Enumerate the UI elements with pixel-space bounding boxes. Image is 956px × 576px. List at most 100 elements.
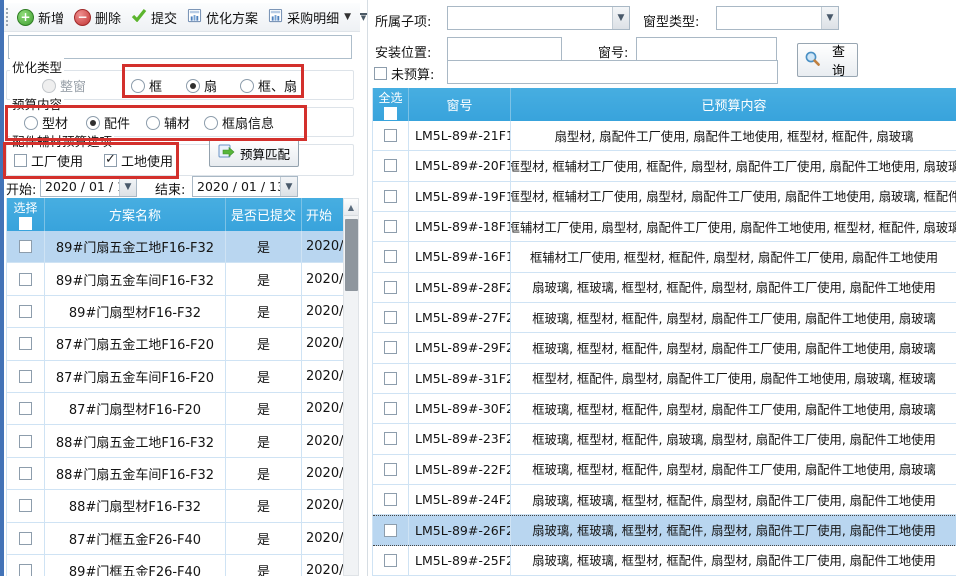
query-button[interactable]: 查询 (797, 43, 858, 77)
row-checkbox[interactable] (384, 311, 397, 324)
radio-auxiliary[interactable]: 辅材 (146, 113, 190, 132)
start-date-picker[interactable]: 2020 / 01 / 1 ▼ (40, 176, 137, 197)
delete-button[interactable]: − 删除 (69, 6, 126, 29)
panel-splitter[interactable] (367, 0, 368, 576)
plan-row-checkbox-cell[interactable] (7, 361, 45, 392)
budget-row[interactable]: LM5L-89#-31F29框型材, 框配件, 扇型材, 扇配件工厂使用, 扇配… (373, 364, 956, 394)
row-checkbox[interactable] (384, 250, 397, 263)
budget-row-checkbox-cell[interactable] (373, 121, 409, 150)
plan-row-checkbox-cell[interactable] (7, 296, 45, 327)
plan-row-checkbox-cell[interactable] (7, 263, 45, 294)
budget-row[interactable]: LM5L-89#-27F25框玻璃, 框型材, 框配件, 扇型材, 扇配件工厂使… (373, 303, 956, 333)
budget-row[interactable]: LM5L-89#-24F22扇玻璃, 框玻璃, 框型材, 框配件, 扇型材, 扇… (373, 485, 956, 515)
plan-row-checkbox-cell[interactable] (7, 523, 45, 554)
chevron-down-icon[interactable]: ▼ (280, 177, 297, 196)
radio-accessory[interactable]: 配件 (86, 113, 130, 132)
row-checkbox[interactable] (384, 159, 397, 172)
plan-row[interactable]: 87#门扇型材F16-F20是2020/0 (7, 393, 343, 425)
budget-row[interactable]: LM5L-89#-29F27框玻璃, 框型材, 框配件, 扇型材, 扇配件工厂使… (373, 333, 956, 363)
row-checkbox[interactable] (19, 435, 32, 448)
budget-match-button[interactable]: 预算匹配 (209, 139, 299, 167)
budget-row-checkbox-cell[interactable] (373, 364, 409, 393)
plan-row[interactable]: 89#门框五金F26-F40是2020/0 (7, 555, 343, 576)
budget-row-checkbox-cell[interactable] (373, 424, 409, 453)
plan-row[interactable]: 88#门扇五金工地F16-F32是2020/0 (7, 425, 343, 457)
toolbar-overflow-button[interactable]: ▼ (356, 10, 371, 24)
plan-row[interactable]: 88#门扇型材F16-F32是2020/0 (7, 490, 343, 522)
row-checkbox[interactable] (384, 341, 397, 354)
radio-whole-window[interactable]: 整窗 (42, 76, 86, 95)
scroll-thumb[interactable] (345, 219, 358, 291)
end-date-picker[interactable]: 2020 / 01 / 13 ▼ (192, 176, 298, 197)
plan-row-checkbox-cell[interactable] (7, 393, 45, 424)
plan-row[interactable]: 89#门扇五金车间F16-F32是2020/0 (7, 263, 343, 295)
plan-filter-input[interactable] (8, 35, 352, 59)
budget-row[interactable]: LM5L-89#-19F17框型材, 框辅材工厂使用, 扇型材, 扇配件工厂使用… (373, 182, 956, 212)
radio-frame-sash[interactable]: 框、扇 (240, 76, 297, 95)
toolbar-grip[interactable] (6, 8, 8, 26)
checkbox-site-use[interactable]: 工地使用 (104, 151, 173, 170)
row-checkbox[interactable] (19, 564, 32, 576)
budget-row[interactable]: LM5L-89#-20F18框型材, 框辅材工厂使用, 框配件, 扇型材, 扇配… (373, 151, 956, 181)
column-select[interactable]: 选择 (7, 198, 45, 231)
plan-row-checkbox-cell[interactable] (7, 231, 45, 262)
submit-button[interactable]: 提交 (126, 6, 182, 29)
budget-row[interactable]: LM5L-89#-22F20框玻璃, 框型材, 框配件, 扇型材, 扇配件工厂使… (373, 455, 956, 485)
budget-row[interactable]: LM5L-89#-28F26扇玻璃, 框玻璃, 框型材, 框配件, 扇型材, 扇… (373, 273, 956, 303)
budget-row[interactable]: LM5L-89#-30F28框玻璃, 框型材, 框配件, 扇型材, 扇配件工厂使… (373, 394, 956, 424)
column-select-all[interactable]: 全选 (373, 88, 409, 121)
radio-frame-sash-info[interactable]: 框扇信息 (204, 113, 274, 132)
select-all-plans-checkbox[interactable] (19, 217, 32, 230)
sub-item-combo[interactable]: ▼ (447, 6, 630, 30)
budget-row[interactable]: LM5L-89#-26F24扇玻璃, 框玻璃, 框型材, 框配件, 扇型材, 扇… (373, 515, 956, 545)
budget-row[interactable]: LM5L-89#-25F23扇玻璃, 框玻璃, 框型材, 框配件, 扇型材, 扇… (373, 546, 956, 576)
budget-row-checkbox-cell[interactable] (373, 212, 409, 241)
row-checkbox[interactable] (384, 554, 397, 567)
column-budgeted-content[interactable]: 已预算内容 (511, 88, 956, 121)
column-submitted[interactable]: 是否已提交 (226, 198, 302, 231)
row-checkbox[interactable] (19, 499, 32, 512)
column-plan-name[interactable]: 方案名称 (45, 198, 226, 231)
no-budget-input[interactable] (447, 60, 778, 84)
row-checkbox[interactable] (384, 129, 397, 142)
plan-row-checkbox-cell[interactable] (7, 328, 45, 359)
budget-row-checkbox-cell[interactable] (373, 546, 409, 575)
row-checkbox[interactable] (384, 402, 397, 415)
row-checkbox[interactable] (19, 305, 32, 318)
row-checkbox[interactable] (19, 370, 32, 383)
plan-row[interactable]: 87#门扇五金工地F16-F20是2020/0 (7, 328, 343, 360)
row-checkbox[interactable] (19, 337, 32, 350)
radio-sash[interactable]: 扇 (186, 76, 217, 95)
plan-row-checkbox-cell[interactable] (7, 425, 45, 456)
install-location-input[interactable] (447, 37, 562, 61)
row-checkbox[interactable] (384, 220, 397, 233)
budget-row-checkbox-cell[interactable] (373, 182, 409, 211)
plan-row[interactable]: 87#门扇五金车间F16-F20是2020/0 (7, 361, 343, 393)
row-checkbox[interactable] (384, 493, 397, 506)
row-checkbox[interactable] (19, 532, 32, 545)
chevron-down-icon[interactable]: ▼ (612, 7, 629, 29)
checkbox-factory-use[interactable]: 工厂使用 (14, 151, 83, 170)
budget-row-checkbox-cell[interactable] (373, 242, 409, 271)
optimize-plan-button[interactable]: 优化方案 (182, 6, 263, 29)
row-checkbox[interactable] (19, 402, 32, 415)
plan-row-checkbox-cell[interactable] (7, 555, 45, 576)
plan-row[interactable]: 87#门框五金F26-F40是2020/0 (7, 523, 343, 555)
column-window-no[interactable]: 窗号 (409, 88, 511, 121)
budget-row-checkbox-cell[interactable] (373, 455, 409, 484)
row-checkbox[interactable] (384, 463, 397, 476)
checkbox-no-budget[interactable]: 未预算: (374, 64, 434, 83)
budget-row[interactable]: LM5L-89#-18F16框辅材工厂使用, 扇型材, 扇配件工厂使用, 扇配件… (373, 212, 956, 242)
budget-row-checkbox-cell[interactable] (373, 394, 409, 423)
budget-row[interactable]: LM5L-89#-23F21框玻璃, 框型材, 框配件, 扇玻璃, 扇型材, 扇… (373, 424, 956, 454)
budget-row-checkbox-cell[interactable] (373, 303, 409, 332)
row-checkbox[interactable] (384, 524, 397, 537)
budget-row-checkbox-cell[interactable] (373, 151, 409, 180)
row-checkbox[interactable] (19, 240, 32, 253)
row-checkbox[interactable] (19, 273, 32, 286)
chevron-down-icon[interactable]: ▼ (119, 177, 136, 196)
plan-row[interactable]: 89#门扇型材F16-F32是2020/0 (7, 296, 343, 328)
budget-row-checkbox-cell[interactable] (373, 333, 409, 362)
chevron-down-icon[interactable]: ▼ (821, 7, 838, 29)
purchase-detail-button[interactable]: 采购明细 ▼ (263, 6, 356, 29)
